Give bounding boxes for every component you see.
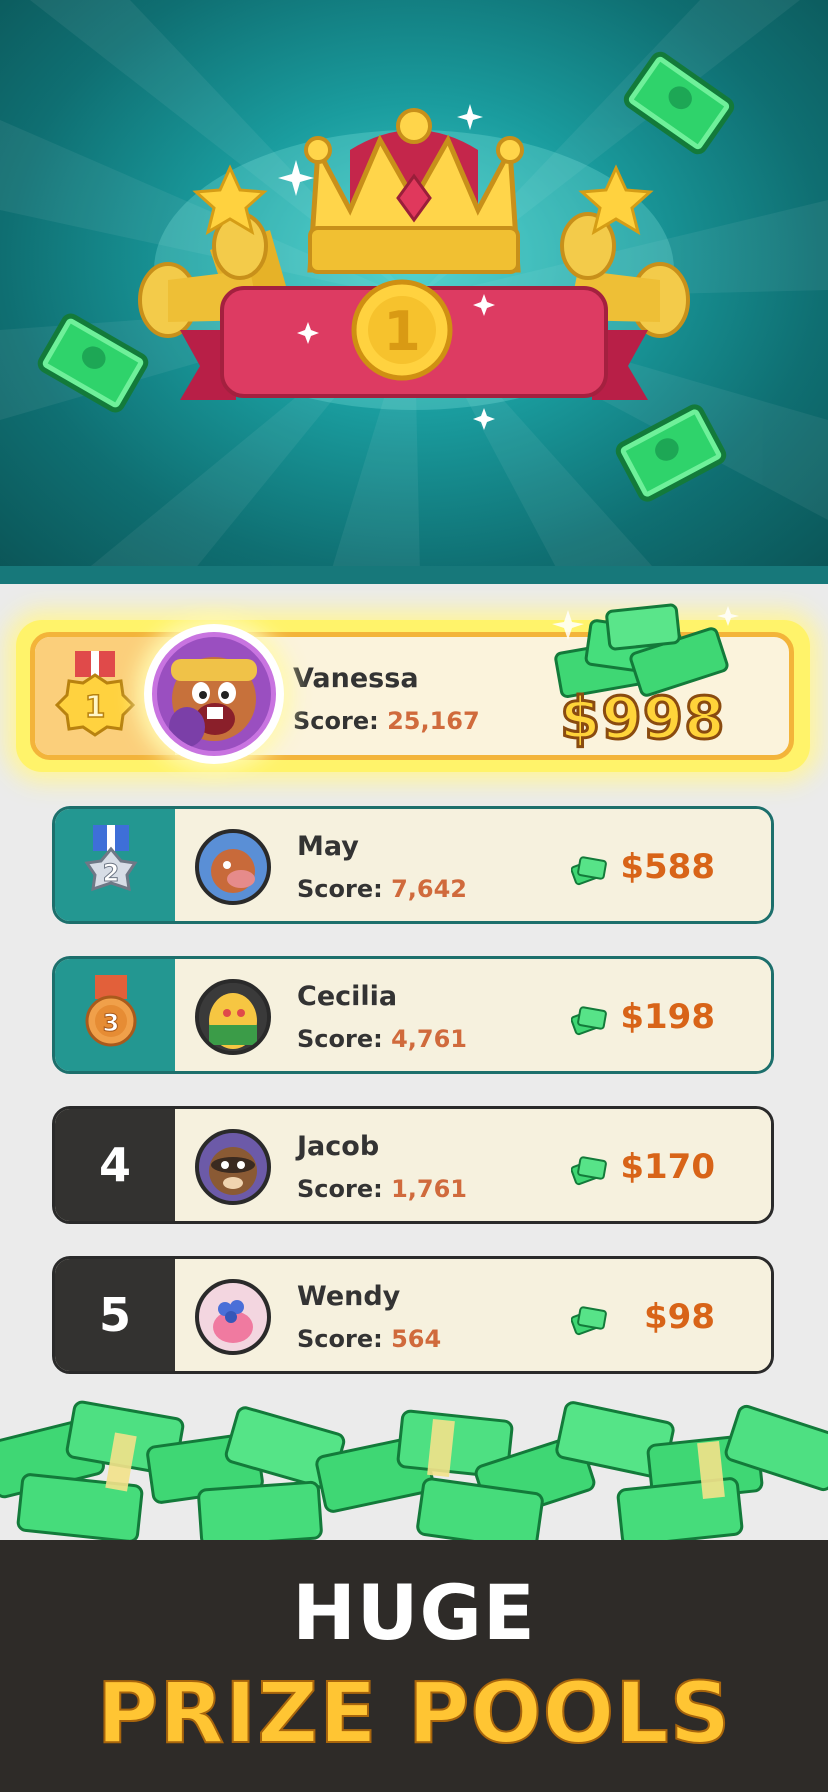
cash-icon: [571, 1006, 607, 1036]
player-name: Vanessa: [293, 663, 419, 694]
bull-avatar-icon: [199, 833, 267, 901]
leaderboard-row-4[interactable]: 4 Jacob Score: 1,761 $170: [52, 1106, 774, 1224]
avatar[interactable]: [195, 979, 271, 1055]
rank-number: 5: [98, 1288, 131, 1342]
player-name: Cecilia: [297, 981, 398, 1012]
prize-amount: $588: [620, 847, 715, 887]
prize-amount: $998: [558, 683, 726, 754]
rank-number: 4: [98, 1138, 131, 1192]
svg-text:2: 2: [103, 859, 120, 887]
avatar[interactable]: [195, 829, 271, 905]
cash-icon: [571, 1306, 607, 1336]
svg-text:3: 3: [103, 1009, 120, 1037]
crown-trophy-icon: 1: [138, 104, 690, 430]
player-name: Wendy: [297, 1281, 401, 1312]
avatar[interactable]: [195, 1279, 271, 1355]
rank-cell: 2: [55, 809, 175, 921]
avatar[interactable]: [144, 624, 284, 764]
egg-avatar-icon: [199, 983, 267, 1051]
rank-cell: 3: [55, 959, 175, 1071]
leaderboard-row-2[interactable]: 2 May Score: 7,642 $588: [52, 806, 774, 924]
leaderboard-row-5[interactable]: 5 Wendy Score: 564 $98: [52, 1256, 774, 1374]
leaderboard-row-3[interactable]: 3 Cecilia Score: 4,761 $198: [52, 956, 774, 1074]
hero-divider: [0, 566, 828, 584]
hero-banner: 1: [0, 0, 828, 575]
bronze-medal-icon: 3: [85, 975, 137, 1047]
player-score: Score: 564: [297, 1325, 442, 1353]
beaver-avatar-icon: [169, 657, 257, 747]
headline-line-2: PRIZE POOLS: [96, 1663, 732, 1763]
avatar[interactable]: [195, 1129, 271, 1205]
player-score: Score: 25,167: [293, 707, 480, 735]
silver-medal-icon: 2: [84, 825, 138, 892]
svg-text:1: 1: [85, 690, 106, 725]
prize-amount: $98: [644, 1297, 715, 1337]
player-score: Score: 7,642: [297, 875, 467, 903]
raccoon-avatar-icon: [199, 1133, 267, 1201]
player-name: May: [297, 831, 359, 862]
cash-icon: [571, 856, 607, 886]
prize-amount: $198: [620, 997, 715, 1037]
player-score: Score: 4,761: [297, 1025, 467, 1053]
money-pile-icon: [0, 1400, 828, 1550]
prize-amount: $170: [620, 1147, 715, 1187]
cash-icon: [571, 1156, 607, 1186]
banner-badge-number: 1: [383, 300, 421, 363]
player-score: Score: 1,761: [297, 1175, 467, 1203]
headline-line-1: HUGE: [292, 1568, 536, 1657]
player-name: Jacob: [297, 1131, 380, 1162]
cupcake-avatar-icon: [199, 1283, 267, 1351]
